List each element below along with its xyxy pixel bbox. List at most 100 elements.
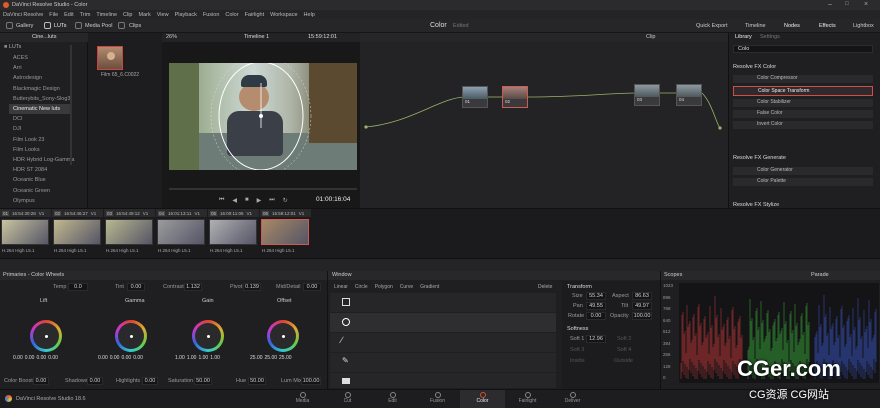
- lut-thumbnail[interactable]: [97, 46, 123, 70]
- menu-item[interactable]: Help: [304, 12, 315, 18]
- node-01[interactable]: 01: [462, 86, 488, 108]
- tint-field[interactable]: 0.00: [127, 283, 145, 291]
- fx-item[interactable]: False Color: [733, 110, 873, 118]
- wheel-value[interactable]: 1.00: [210, 355, 220, 361]
- fx-item[interactable]: Color Generator: [733, 167, 873, 175]
- lut-item[interactable]: Astrodesign: [13, 73, 74, 83]
- menu-item[interactable]: Workspace: [270, 12, 297, 18]
- menu-item[interactable]: Clip: [123, 12, 132, 18]
- window-row[interactable]: [330, 373, 556, 388]
- wheel-puck[interactable]: [129, 334, 133, 338]
- play-icon[interactable]: ▶: [257, 197, 262, 204]
- wheel-value[interactable]: 25.00: [250, 355, 263, 361]
- scrub-bar[interactable]: [169, 188, 357, 190]
- wheel-value[interactable]: 1.00: [175, 355, 185, 361]
- lut-item[interactable]: ACES: [13, 53, 74, 63]
- soft1-field[interactable]: 12.96: [586, 335, 606, 343]
- scope-mode-dropdown[interactable]: Parade: [811, 272, 829, 278]
- nodes-button[interactable]: Nodes: [784, 23, 800, 29]
- wheel-puck[interactable]: [281, 334, 285, 338]
- node-04[interactable]: 04: [676, 84, 702, 106]
- menu-item[interactable]: Fairlight: [245, 12, 265, 18]
- tab-library[interactable]: Library: [735, 34, 752, 40]
- wheel-value[interactable]: 0.00: [36, 355, 46, 361]
- window-tool[interactable]: Linear: [334, 284, 348, 290]
- wheel-value[interactable]: 0.00: [48, 355, 58, 361]
- fx-item[interactable]: Invert Color: [733, 121, 873, 129]
- color-wheel-1[interactable]: Gamma 0.00 0.00 0.00 0.00: [98, 298, 168, 368]
- wheel-puck[interactable]: [206, 334, 210, 338]
- wheel-value[interactable]: 1.00: [187, 355, 197, 361]
- fx-item[interactable]: Color Palette: [733, 178, 873, 186]
- lut-item[interactable]: DJI: [13, 124, 74, 134]
- middetail-field[interactable]: 0.00: [303, 283, 321, 291]
- wheel-value[interactable]: 25.00: [279, 355, 292, 361]
- library-search-input[interactable]: Colo: [733, 45, 873, 53]
- page-tab-fusion[interactable]: Fusion: [415, 390, 460, 408]
- menu-item[interactable]: Timeline: [96, 12, 117, 18]
- page-tab-color[interactable]: Color: [460, 390, 505, 408]
- lut-item[interactable]: Oceanic Blue: [13, 175, 74, 185]
- pan-field[interactable]: 49.55: [586, 302, 606, 310]
- lut-item[interactable]: Arri: [13, 63, 74, 73]
- wheel-value[interactable]: 0.00: [25, 355, 35, 361]
- lut-item[interactable]: HDR ST 2084: [13, 165, 74, 175]
- window-tool[interactable]: Gradient: [420, 284, 439, 290]
- lightbox-button[interactable]: Lightbox: [853, 23, 874, 29]
- window-tool[interactable]: Polygon: [375, 284, 393, 290]
- tab-settings[interactable]: Settings: [760, 34, 780, 40]
- color-wheel-3[interactable]: Offset 25.00 25.00 25.00: [250, 298, 320, 368]
- menu-item[interactable]: Playback: [175, 12, 197, 18]
- shadows-field[interactable]: 0.00: [87, 377, 103, 385]
- lut-item[interactable]: Butterybits_Sony-Slog3: [13, 94, 74, 104]
- temp-field[interactable]: 0.0: [68, 283, 88, 291]
- menu-item[interactable]: View: [157, 12, 169, 18]
- clip-thumbnail[interactable]: 05 16:00:11:06 V1 H.264 High L5.1: [208, 209, 259, 259]
- lut-item[interactable]: Film Looks: [13, 145, 74, 155]
- menu-item[interactable]: Edit: [64, 12, 73, 18]
- wheel-value[interactable]: 0.00: [133, 355, 143, 361]
- aspect-field[interactable]: 86.63: [632, 292, 652, 300]
- lut-item[interactable]: DCI: [13, 114, 74, 124]
- window-row[interactable]: ✎: [330, 353, 556, 372]
- size-field[interactable]: 55.34: [586, 292, 606, 300]
- page-tab-deliver[interactable]: Deliver: [550, 390, 595, 408]
- menu-item[interactable]: Mark: [139, 12, 151, 18]
- pivot-field[interactable]: 0.139: [243, 283, 261, 291]
- minimize-icon[interactable]: –: [828, 1, 832, 8]
- breadcrumb[interactable]: Cine...luts: [32, 34, 56, 40]
- node-02[interactable]: 02: [502, 86, 528, 108]
- wheel-puck[interactable]: [44, 334, 48, 338]
- clip-thumbnail[interactable]: 04 16:01:13:11 V1 H.264 High L5.1: [156, 209, 207, 259]
- contrast-field[interactable]: 1.132: [184, 283, 202, 291]
- highlights-field[interactable]: 0.00: [142, 377, 158, 385]
- window-tool[interactable]: Circle: [355, 284, 368, 290]
- lut-scrollbar[interactable]: [70, 45, 72, 165]
- lut-item[interactable]: Olympus: [13, 196, 74, 206]
- menu-item[interactable]: File: [49, 12, 58, 18]
- gallery-button[interactable]: Gallery: [16, 23, 33, 29]
- power-window-overlay[interactable]: [169, 63, 357, 170]
- fx-item-selected[interactable]: Color Space Transform: [733, 86, 873, 96]
- wheel-value[interactable]: 1.00: [198, 355, 208, 361]
- menu-item[interactable]: Trim: [80, 12, 91, 18]
- zoom-level[interactable]: 26%: [166, 34, 177, 40]
- menu-item[interactable]: DaVinci Resolve: [3, 12, 43, 18]
- maximize-icon[interactable]: □: [845, 1, 849, 7]
- wheel-value[interactable]: 0.00: [110, 355, 120, 361]
- wheel-value[interactable]: 0.00: [121, 355, 131, 361]
- delete-button[interactable]: Delete: [538, 284, 552, 290]
- lut-root[interactable]: ■ LUTs: [4, 44, 21, 50]
- window-row[interactable]: [330, 293, 556, 312]
- tilt-field[interactable]: 49.97: [632, 302, 652, 310]
- timeline-name[interactable]: Timeline 1: [244, 34, 269, 40]
- window-row-active[interactable]: [330, 313, 556, 332]
- lut-item-selected[interactable]: Cinematic New luts: [9, 104, 71, 115]
- saturation-field[interactable]: 50.00: [194, 377, 212, 385]
- page-tab-cut[interactable]: Cut: [325, 390, 370, 408]
- rotate-field[interactable]: 0.00: [586, 312, 606, 320]
- luts-button[interactable]: LUTs: [54, 23, 67, 29]
- menu-item[interactable]: Color: [225, 12, 238, 18]
- step-back-icon[interactable]: ◀: [232, 197, 237, 204]
- wheel-value[interactable]: 0.00: [98, 355, 108, 361]
